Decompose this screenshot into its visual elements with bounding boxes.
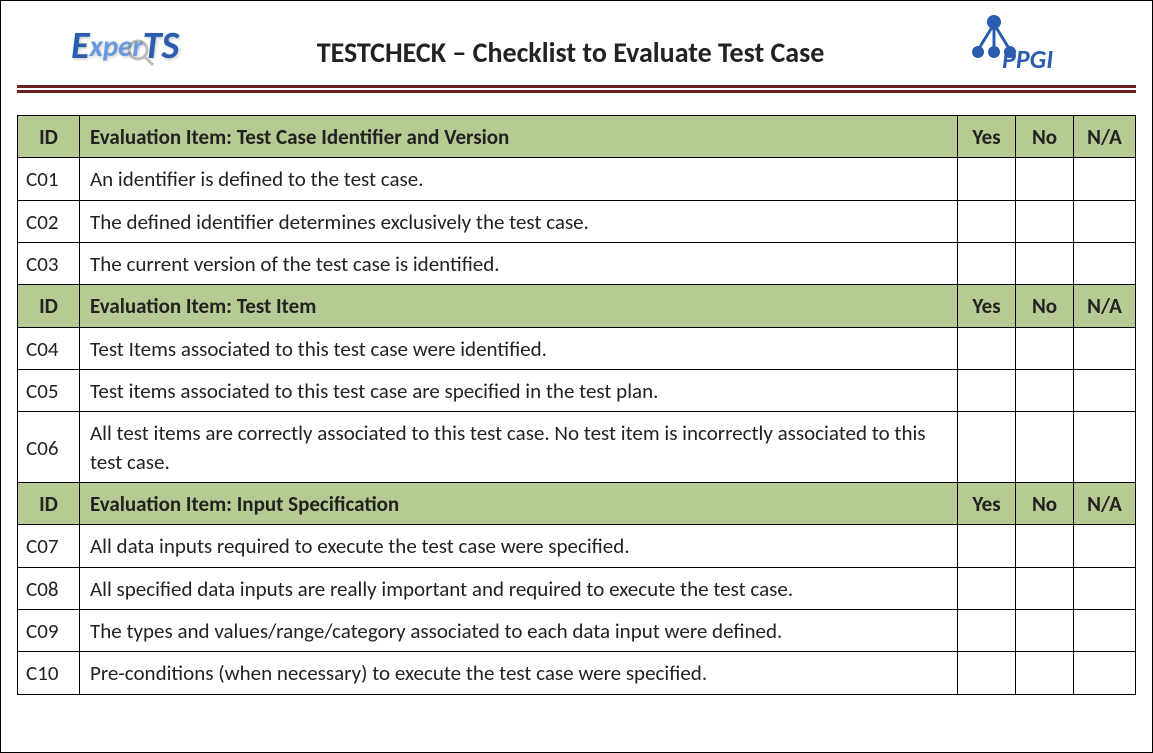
table-row: C03The current version of the test case … xyxy=(18,243,1136,285)
checklist-table: IDEvaluation Item: Test Case Identifier … xyxy=(17,115,1136,695)
row-id: C04 xyxy=(18,327,80,369)
section-heading: Evaluation Item: Test Case Identifier an… xyxy=(80,116,958,158)
cell-na[interactable] xyxy=(1074,200,1136,242)
table-row: C05Test items associated to this test ca… xyxy=(18,370,1136,412)
checklist-table-wrap: IDEvaluation Item: Test Case Identifier … xyxy=(1,93,1152,695)
section-heading: Evaluation Item: Input Specification xyxy=(80,483,958,525)
cell-no[interactable] xyxy=(1016,158,1074,200)
col-header-id: ID xyxy=(18,285,80,327)
row-text: All specified data inputs are really imp… xyxy=(80,567,958,609)
col-header-yes: Yes xyxy=(958,116,1016,158)
table-row: C08All specified data inputs are really … xyxy=(18,567,1136,609)
col-header-id: ID xyxy=(18,483,80,525)
section-header-row: IDEvaluation Item: Test Case Identifier … xyxy=(18,116,1136,158)
header-divider xyxy=(17,85,1136,93)
cell-yes[interactable] xyxy=(958,652,1016,694)
row-text: All test items are correctly associated … xyxy=(80,412,958,483)
col-header-no: No xyxy=(1016,285,1074,327)
appgi-text: PPGI xyxy=(1002,43,1053,75)
table-row: C09The types and values/range/category a… xyxy=(18,610,1136,652)
section-header-row: IDEvaluation Item: Input SpecificationYe… xyxy=(18,483,1136,525)
row-id: C06 xyxy=(18,412,80,483)
page-title: TESTCHECK – Checklist to Evaluate Test C… xyxy=(179,23,962,70)
document-header: ExperTS TESTCHECK – Checklist to Evaluat… xyxy=(1,1,1152,81)
col-header-no: No xyxy=(1016,116,1074,158)
row-text: All data inputs required to execute the … xyxy=(80,525,958,567)
cell-no[interactable] xyxy=(1016,610,1074,652)
row-text: The current version of the test case is … xyxy=(80,243,958,285)
cell-yes[interactable] xyxy=(958,200,1016,242)
col-header-id: ID xyxy=(18,116,80,158)
section-header-row: IDEvaluation Item: Test ItemYesNoN/A xyxy=(18,285,1136,327)
section-heading: Evaluation Item: Test Item xyxy=(80,285,958,327)
cell-na[interactable] xyxy=(1074,158,1136,200)
cell-no[interactable] xyxy=(1016,243,1074,285)
row-id: C05 xyxy=(18,370,80,412)
col-header-na: N/A xyxy=(1074,285,1136,327)
row-id: C01 xyxy=(18,158,80,200)
experts-logo: ExperTS xyxy=(71,23,179,69)
col-header-na: N/A xyxy=(1074,483,1136,525)
cell-yes[interactable] xyxy=(958,610,1016,652)
cell-yes[interactable] xyxy=(958,243,1016,285)
cell-yes[interactable] xyxy=(958,370,1016,412)
table-row: C07All data inputs required to execute t… xyxy=(18,525,1136,567)
cell-na[interactable] xyxy=(1074,243,1136,285)
cell-na[interactable] xyxy=(1074,652,1136,694)
row-id: C07 xyxy=(18,525,80,567)
cell-na[interactable] xyxy=(1074,370,1136,412)
magnifier-icon xyxy=(125,37,157,69)
col-header-yes: Yes xyxy=(958,285,1016,327)
cell-no[interactable] xyxy=(1016,525,1074,567)
row-text: Test Items associated to this test case … xyxy=(80,327,958,369)
row-text: Pre-conditions (when necessary) to execu… xyxy=(80,652,958,694)
table-row: C01An identifier is defined to the test … xyxy=(18,158,1136,200)
cell-yes[interactable] xyxy=(958,412,1016,483)
cell-no[interactable] xyxy=(1016,200,1074,242)
row-id: C10 xyxy=(18,652,80,694)
row-id: C08 xyxy=(18,567,80,609)
cell-na[interactable] xyxy=(1074,567,1136,609)
cell-na[interactable] xyxy=(1074,412,1136,483)
table-row: C10Pre-conditions (when necessary) to ex… xyxy=(18,652,1136,694)
cell-no[interactable] xyxy=(1016,567,1074,609)
cell-yes[interactable] xyxy=(958,158,1016,200)
row-text: Test items associated to this test case … xyxy=(80,370,958,412)
row-id: C09 xyxy=(18,610,80,652)
cell-yes[interactable] xyxy=(958,327,1016,369)
table-row: C04Test Items associated to this test ca… xyxy=(18,327,1136,369)
row-text: An identifier is defined to the test cas… xyxy=(80,158,958,200)
cell-no[interactable] xyxy=(1016,327,1074,369)
row-id: C03 xyxy=(18,243,80,285)
table-row: C06All test items are correctly associat… xyxy=(18,412,1136,483)
cell-no[interactable] xyxy=(1016,652,1074,694)
row-id: C02 xyxy=(18,200,80,242)
row-text: The types and values/range/category asso… xyxy=(80,610,958,652)
cell-na[interactable] xyxy=(1074,610,1136,652)
appgi-logo: PPGI xyxy=(962,14,1122,78)
col-header-na: N/A xyxy=(1074,116,1136,158)
row-text: The defined identifier determines exclus… xyxy=(80,200,958,242)
cell-no[interactable] xyxy=(1016,412,1074,483)
cell-yes[interactable] xyxy=(958,567,1016,609)
col-header-no: No xyxy=(1016,483,1074,525)
table-row: C02The defined identifier determines exc… xyxy=(18,200,1136,242)
cell-yes[interactable] xyxy=(958,525,1016,567)
cell-na[interactable] xyxy=(1074,327,1136,369)
cell-no[interactable] xyxy=(1016,370,1074,412)
cell-na[interactable] xyxy=(1074,525,1136,567)
col-header-yes: Yes xyxy=(958,483,1016,525)
